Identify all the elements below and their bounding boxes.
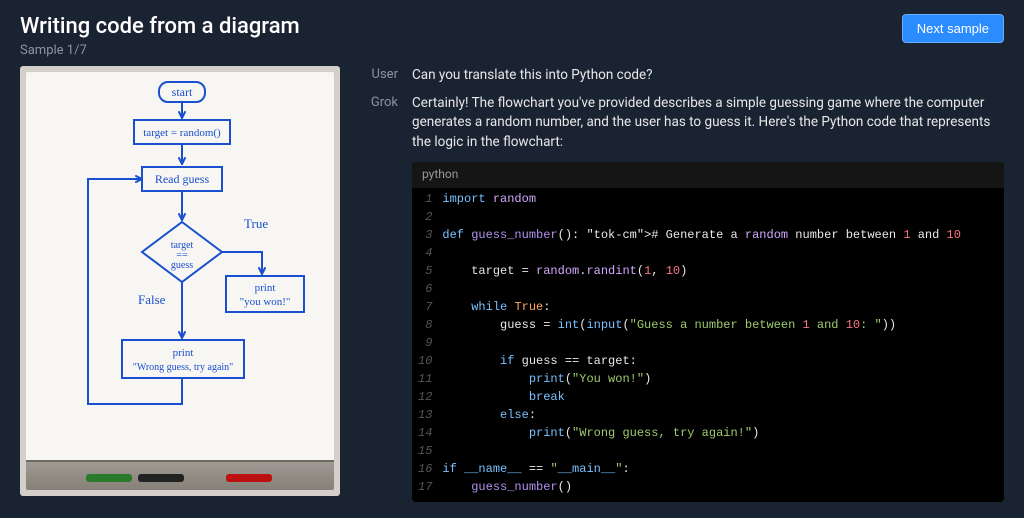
header: Writing code from a diagram Sample 1/7 N… xyxy=(0,0,1024,66)
role-label-assistant: Grok xyxy=(358,94,398,514)
whiteboard-tray xyxy=(26,460,334,490)
svg-text:start: start xyxy=(172,85,193,99)
next-sample-button[interactable]: Next sample xyxy=(902,14,1004,43)
svg-text:target = random(): target = random() xyxy=(143,127,221,139)
svg-text:"Wrong guess, try again": "Wrong guess, try again" xyxy=(133,362,234,373)
code-lines: import random def guess_number(): "tok-c… xyxy=(442,190,1004,496)
role-label-user: User xyxy=(358,66,398,86)
marker-black xyxy=(138,474,184,482)
sample-counter: Sample 1/7 xyxy=(20,43,300,58)
assistant-turn: Grok Certainly! The flowchart you've pro… xyxy=(358,94,1004,514)
assistant-intro: Certainly! The flowchart you've provided… xyxy=(412,94,1004,153)
svg-text:print: print xyxy=(173,347,194,359)
content-body: start target = random() Read guess xyxy=(0,66,1024,514)
marker-red xyxy=(226,474,272,482)
svg-text:Read guess: Read guess xyxy=(155,172,210,186)
whiteboard-surface: start target = random() Read guess xyxy=(26,72,334,490)
conversation: User Can you translate this into Python … xyxy=(358,66,1004,514)
svg-text:"you won!": "you won!" xyxy=(240,296,291,308)
assistant-outro: This code will run the guessing game as … xyxy=(412,512,1004,514)
assistant-message: Certainly! The flowchart you've provided… xyxy=(412,94,1004,514)
code-gutter: 1234567891011121314151617 xyxy=(412,190,442,496)
code-block: python 1234567891011121314151617 import … xyxy=(412,162,1004,501)
title-block: Writing code from a diagram Sample 1/7 xyxy=(20,14,300,58)
user-turn: User Can you translate this into Python … xyxy=(358,66,1004,86)
code-body: 1234567891011121314151617 import random … xyxy=(412,188,1004,502)
code-language-label: python xyxy=(412,162,1004,187)
page-title: Writing code from a diagram xyxy=(20,14,300,39)
svg-text:True: True xyxy=(244,216,268,231)
svg-text:False: False xyxy=(138,292,166,307)
svg-text:guess: guess xyxy=(171,260,193,271)
marker-green xyxy=(86,474,132,482)
sample-image: start target = random() Read guess xyxy=(20,66,340,514)
flowchart-svg: start target = random() Read guess xyxy=(26,72,334,490)
whiteboard-frame: start target = random() Read guess xyxy=(20,66,340,496)
svg-text:print: print xyxy=(255,282,276,294)
user-message: Can you translate this into Python code? xyxy=(412,66,1004,86)
